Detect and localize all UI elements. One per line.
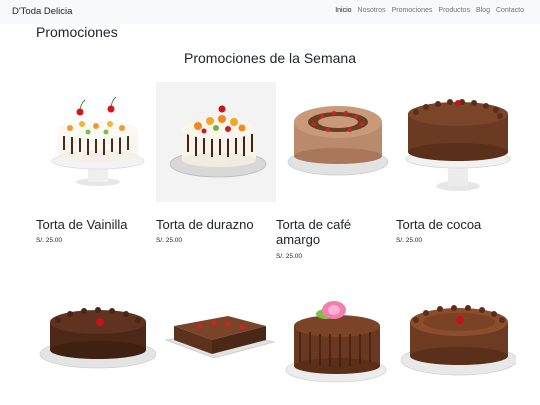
product-name: Torta de cocoa bbox=[396, 217, 482, 232]
brand-link[interactable]: D'Toda Delicia bbox=[12, 6, 72, 17]
navbar: D'Toda Delicia Inicio Nosotros Promocion… bbox=[0, 0, 540, 24]
product-name: Torta de Vainilla bbox=[36, 217, 128, 232]
product-price: S/. 25.00 bbox=[276, 253, 303, 260]
nav-link-inicio[interactable]: Inicio bbox=[335, 7, 351, 14]
section-title: Promociones de la Semana bbox=[184, 50, 356, 66]
nav-link-productos[interactable]: Productos bbox=[438, 7, 470, 14]
product-image[interactable] bbox=[156, 282, 276, 405]
product-image[interactable] bbox=[36, 82, 156, 202]
page-title: Promociones bbox=[36, 24, 118, 40]
product-image[interactable] bbox=[36, 282, 156, 405]
product-name: Torta de durazno bbox=[156, 217, 254, 232]
product-image[interactable] bbox=[156, 82, 276, 202]
nav-menu: Inicio Nosotros Promociones Productos Bl… bbox=[335, 7, 524, 14]
product-name: Torta de café amargo bbox=[276, 217, 352, 247]
nav-link-promociones[interactable]: Promociones bbox=[392, 7, 433, 14]
nav-link-blog[interactable]: Blog bbox=[476, 7, 490, 14]
product-image[interactable] bbox=[276, 282, 396, 405]
product-price: S/. 25.00 bbox=[36, 237, 63, 244]
product-price: S/. 25.00 bbox=[396, 237, 423, 244]
nav-link-nosotros[interactable]: Nosotros bbox=[358, 7, 386, 14]
product-image[interactable] bbox=[276, 82, 396, 202]
product-image[interactable] bbox=[396, 282, 516, 405]
product-price: S/. 25.00 bbox=[156, 237, 183, 244]
product-image[interactable] bbox=[396, 82, 516, 202]
nav-link-contacto[interactable]: Contacto bbox=[496, 7, 524, 14]
